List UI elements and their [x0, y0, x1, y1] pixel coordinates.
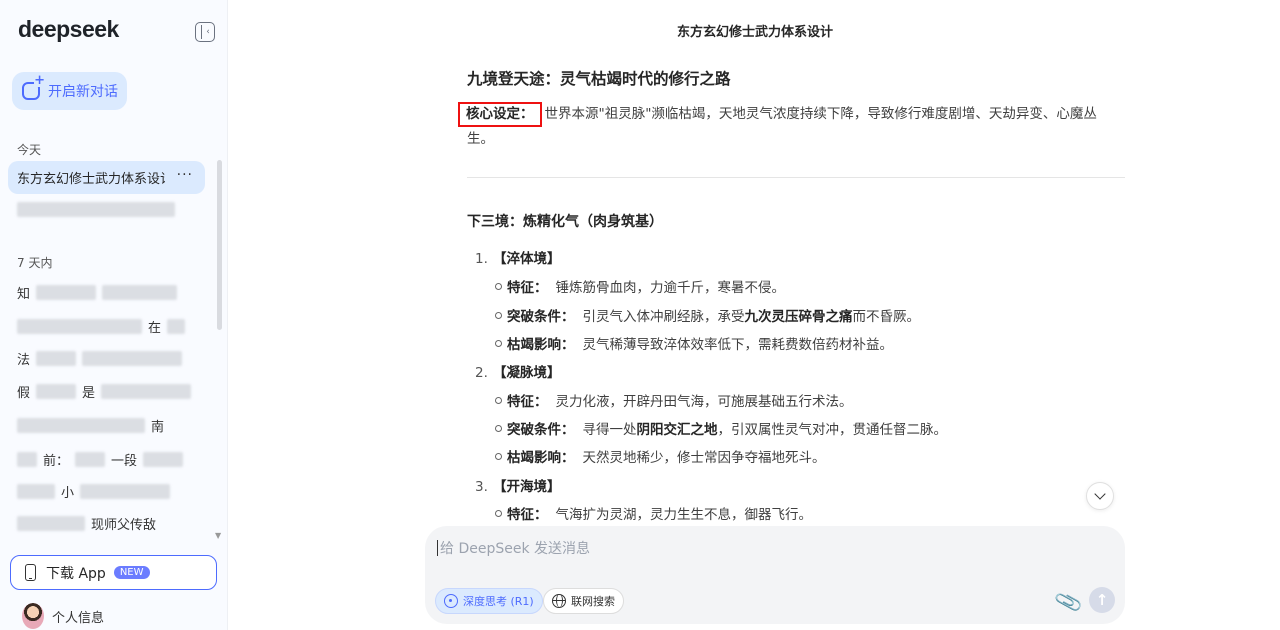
tier-heading: 下三境：炼精化气（肉身筑基） — [467, 214, 663, 230]
profile-button[interactable]: 个人信息 — [22, 603, 104, 629]
paperclip-icon[interactable]: 📎 — [1053, 586, 1085, 617]
message-input[interactable]: 给 DeepSeek 发送消息 — [437, 538, 590, 558]
stage-item: 2. 【凝脉境】 — [475, 365, 561, 381]
web-search-toggle[interactable]: 联网搜索 — [543, 588, 624, 614]
avatar — [22, 603, 44, 629]
history-item[interactable]: 在 — [17, 318, 186, 336]
stage-name: 【淬体境】 — [493, 251, 561, 267]
deepseek-logo[interactable]: deepseek — [18, 16, 119, 43]
history-item[interactable]: 现师父传敌 — [17, 515, 156, 533]
stage-detail: 特征： 灵力化液，开辟丹田气海，可施展基础五行术法。 — [495, 390, 853, 410]
history-item[interactable]: 法 — [17, 350, 183, 368]
section-title-week: 7 天内 — [17, 256, 53, 270]
stage-name: 【开海境】 — [493, 479, 561, 495]
history-item[interactable] — [17, 201, 175, 218]
phone-icon — [25, 564, 36, 581]
answer-heading: 九境登天途：灵气枯竭时代的修行之路 — [467, 70, 731, 88]
stage-detail: 枯竭影响： 灵气稀薄导致淬体效率低下，需耗费数倍药材补益。 — [495, 333, 893, 353]
core-setting-text: 世界本源"祖灵脉"濒临枯竭，天地灵气浓度持续下降，导致修行难度剧增、天劫异变、心… — [467, 106, 1097, 147]
history-item[interactable]: 知 — [17, 284, 178, 302]
chevron-down-icon — [1094, 488, 1106, 500]
profile-label: 个人信息 — [52, 610, 105, 626]
history-item[interactable]: 南 — [17, 417, 164, 435]
history-item-active[interactable]: 东方玄幻修士武力体系设计 ··· — [8, 161, 205, 194]
sidebar: deepseek ‹ 开启新对话 今天 东方玄幻修士武力体系设计 ··· 7 天… — [0, 0, 228, 630]
stage-detail: 特征： 气海扩为灵湖，灵力生生不息，御器飞行。 — [495, 503, 812, 523]
atom-icon — [444, 594, 458, 608]
history-item[interactable]: 前： 一段 — [17, 451, 184, 469]
globe-icon — [552, 594, 566, 608]
stage-name: 【凝脉境】 — [493, 365, 561, 381]
stage-detail: 突破条件： 寻得一处阴阳交汇之地，引双属性灵气对冲，贯通任督二脉。 — [495, 418, 947, 438]
chat-title: 东方玄幻修士武力体系设计 — [676, 25, 833, 40]
more-options-icon[interactable]: ··· — [177, 167, 193, 183]
deep-think-toggle[interactable]: 深度思考 (R1) — [435, 588, 543, 614]
sidebar-collapse-icon[interactable]: ‹ — [195, 22, 215, 42]
download-app-button[interactable]: 下载 App NEW — [10, 555, 217, 590]
message-composer[interactable]: 给 DeepSeek 发送消息 深度思考 (R1) 联网搜索 📎 ↑ — [425, 526, 1125, 624]
send-button[interactable]: ↑ — [1089, 587, 1115, 613]
deep-think-label: 深度思考 (R1) — [463, 595, 534, 608]
stage-detail: 突破条件： 引灵气入体冲刷经脉，承受九次灵压碎骨之痛而不昏厥。 — [495, 305, 920, 325]
message-input-placeholder: 给 DeepSeek 发送消息 — [440, 541, 591, 557]
arrow-up-icon: ↑ — [1095, 591, 1109, 609]
stage-detail: 枯竭影响： 天然灵地稀少，修士常因争夺福地死斗。 — [495, 446, 826, 466]
history-item[interactable]: 假 是 — [17, 383, 192, 401]
new-badge: NEW — [113, 566, 150, 579]
core-setting-key: 核心设定： — [458, 102, 542, 127]
stage-detail: 特征： 锤炼筋骨血肉，力逾千斤，寒暑不侵。 — [495, 276, 785, 296]
web-search-label: 联网搜索 — [571, 595, 615, 608]
divider — [467, 177, 1125, 178]
stage-item: 3. 【开海境】 — [475, 479, 561, 495]
scroll-to-bottom-button[interactable] — [1086, 482, 1114, 510]
scroll-down-arrow-icon[interactable]: ▼ — [215, 531, 221, 540]
core-setting-paragraph: 核心设定： 世界本源"祖灵脉"濒临枯竭，天地灵气浓度持续下降，导致修行难度剧增、天… — [458, 102, 1117, 152]
sidebar-scrollbar[interactable] — [217, 160, 222, 330]
section-title-today: 今天 — [17, 143, 42, 157]
new-chat-button[interactable]: 开启新对话 — [12, 72, 127, 110]
new-chat-label: 开启新对话 — [48, 84, 118, 100]
history-item-label: 东方玄幻修士武力体系设计 — [17, 172, 165, 187]
new-chat-icon — [22, 74, 45, 100]
download-app-label: 下载 App — [46, 565, 106, 582]
stage-item: 1. 【淬体境】 — [475, 251, 561, 267]
history-item[interactable]: 小 — [17, 483, 171, 501]
